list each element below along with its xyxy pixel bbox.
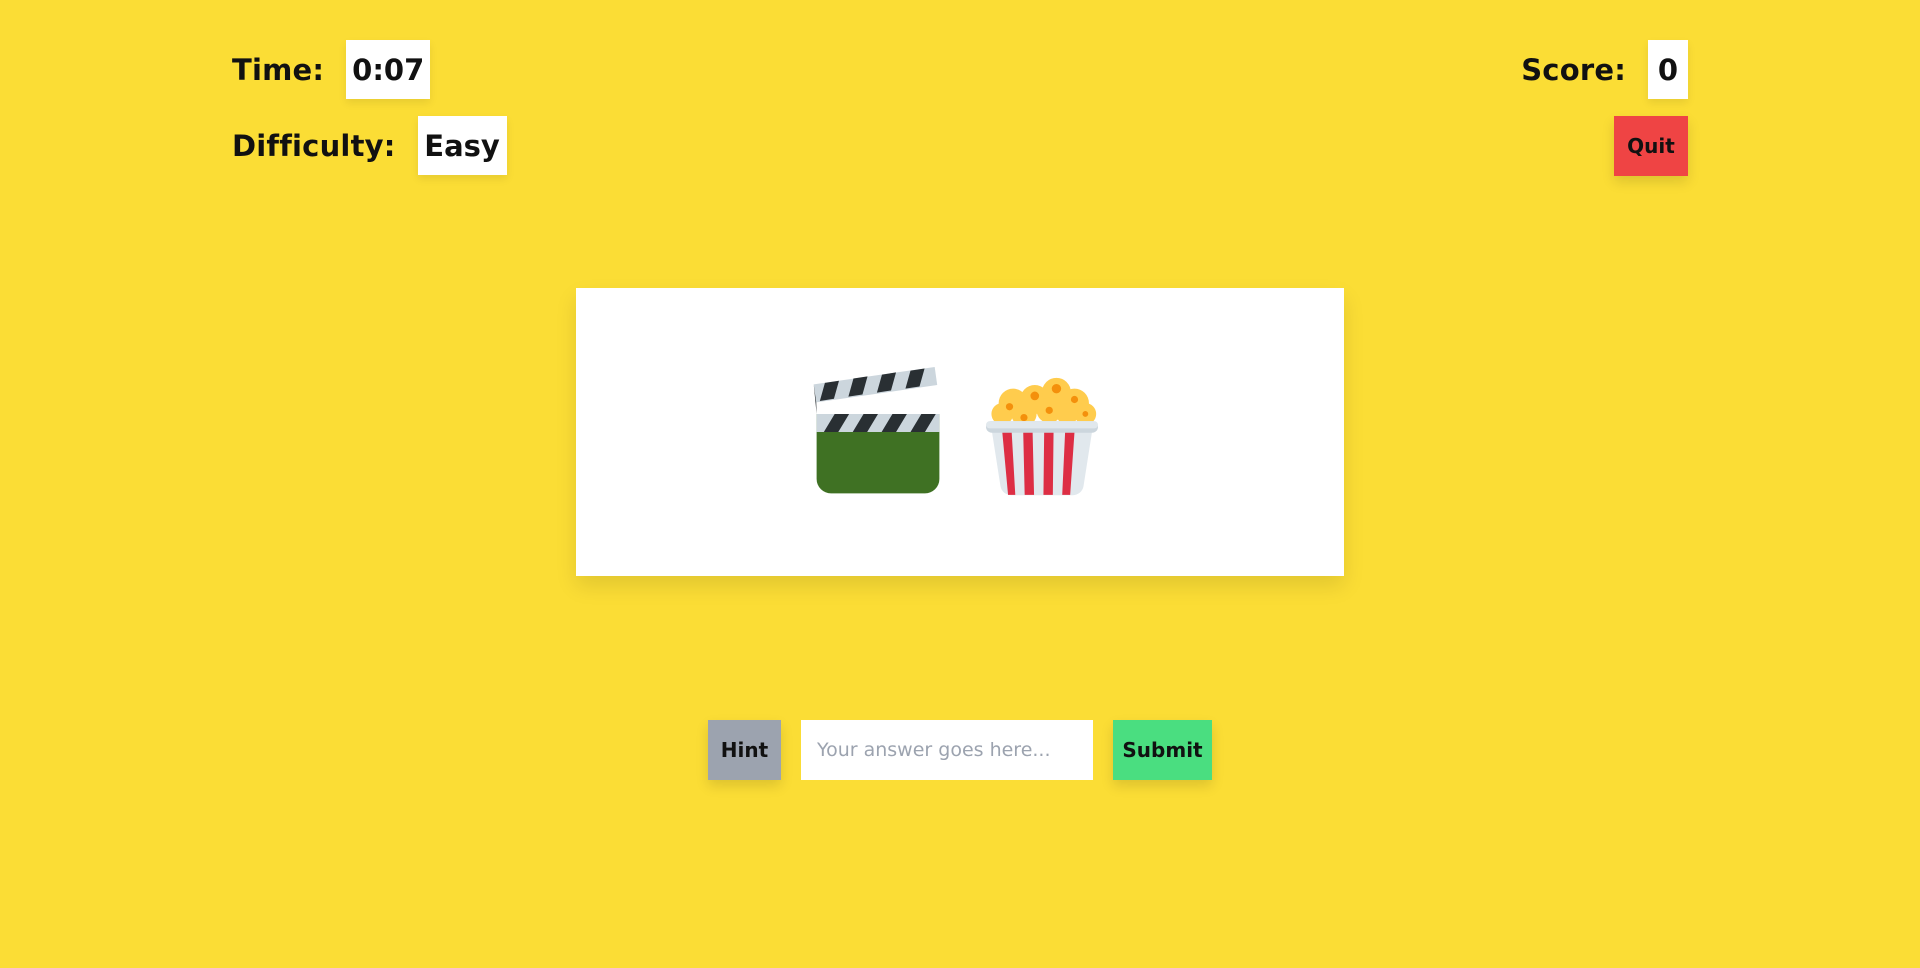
time-value: 0:07 <box>346 40 431 99</box>
hint-button[interactable]: Hint <box>708 720 781 780</box>
score-display: Score: 0 <box>1521 40 1688 99</box>
answer-input[interactable] <box>801 720 1093 780</box>
difficulty-display: Difficulty: Easy <box>232 116 507 175</box>
score-label: Score: <box>1521 52 1626 87</box>
difficulty-label: Difficulty: <box>232 128 396 163</box>
score-value: 0 <box>1648 40 1688 99</box>
time-label: Time: <box>232 52 325 87</box>
game-screen: Time: 0:07 Difficulty: Easy Score: 0 Qui… <box>0 0 1920 968</box>
time-display: Time: 0:07 <box>232 40 431 99</box>
submit-button[interactable]: Submit <box>1113 720 1212 780</box>
popcorn-icon <box>986 377 1098 496</box>
emoji-puzzle-card <box>576 288 1344 576</box>
clapper-board-icon <box>813 367 940 494</box>
answer-row: Hint Submit <box>0 720 1920 780</box>
difficulty-value: Easy <box>417 116 507 175</box>
quit-button[interactable]: Quit <box>1614 116 1688 176</box>
